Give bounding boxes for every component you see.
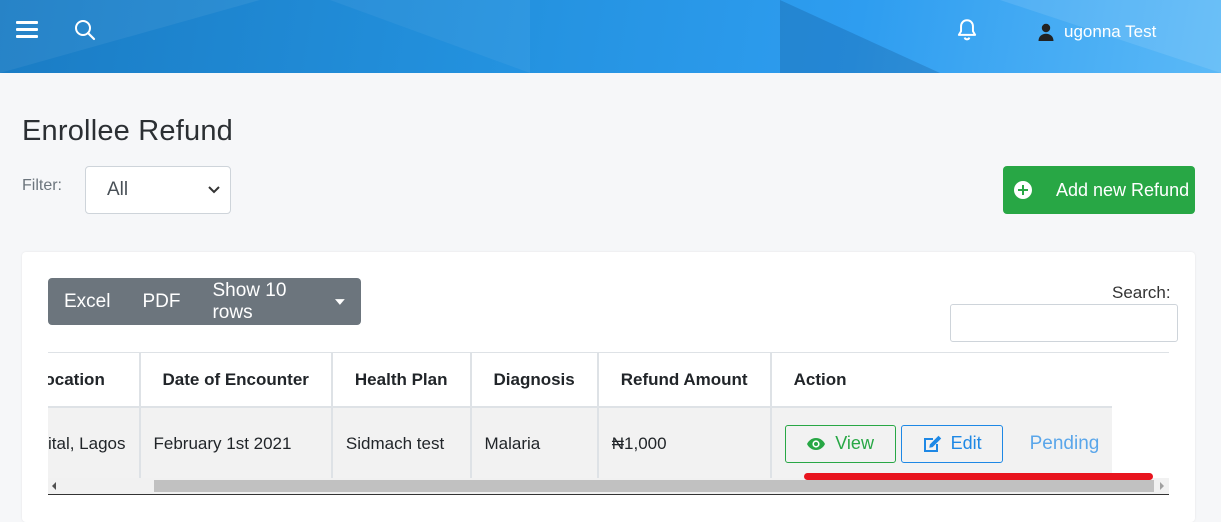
cell-health-plan: Sidmach test xyxy=(331,407,472,479)
header-decoration xyxy=(0,0,260,73)
column-header-date-of-encounter[interactable]: Date of Encounter xyxy=(139,353,333,408)
show-rows-label: Show 10 rows xyxy=(212,279,287,323)
page-title: Enrollee Refund xyxy=(22,115,233,147)
show-rows-dropdown[interactable]: Show 10 rows xyxy=(196,278,361,325)
top-navbar: ugonna Test xyxy=(0,0,1221,73)
filter-select[interactable]: All xyxy=(85,166,231,214)
cell-refund-amount: ₦1,000 xyxy=(597,407,772,479)
excel-button[interactable]: Excel xyxy=(48,278,126,325)
add-new-refund-label: Add new Refund xyxy=(1056,179,1190,200)
chevron-down-icon xyxy=(208,186,220,194)
header-decoration xyxy=(780,0,940,73)
status-pending[interactable]: Pending xyxy=(1030,433,1100,455)
user-icon xyxy=(1038,23,1054,41)
hamburger-menu-icon[interactable] xyxy=(16,21,38,39)
filter-selected-value: All xyxy=(107,179,129,200)
add-new-refund-button[interactable]: Add new Refund xyxy=(1003,166,1195,214)
search-icon[interactable] xyxy=(73,18,97,42)
eye-icon xyxy=(807,437,826,450)
search-label: Search: xyxy=(1112,283,1171,302)
refund-table: Location Date of Encounter Health Plan D… xyxy=(48,353,1113,479)
header-decoration xyxy=(330,0,530,73)
edit-button[interactable]: Edit xyxy=(900,424,1003,463)
cell-location: ital, Lagos xyxy=(48,407,141,479)
pdf-button[interactable]: PDF xyxy=(126,278,196,325)
table-search-input[interactable] xyxy=(950,304,1178,342)
export-button-group: Excel PDF Show 10 rows xyxy=(48,278,361,325)
horizontal-scrollbar[interactable] xyxy=(48,478,1169,494)
scrollbar-thumb[interactable] xyxy=(154,480,1154,492)
view-button[interactable]: View xyxy=(784,424,896,463)
column-header-health-plan[interactable]: Health Plan xyxy=(331,353,472,408)
column-header-refund-amount[interactable]: Refund Amount xyxy=(597,353,772,408)
cell-action: View Edit Pending xyxy=(770,407,1113,479)
column-header-diagnosis[interactable]: Diagnosis xyxy=(470,353,599,408)
bell-icon[interactable] xyxy=(954,17,980,43)
table-header-row: Location Date of Encounter Health Plan D… xyxy=(48,353,1113,408)
annotation-underline xyxy=(804,473,1153,480)
column-header-action[interactable]: Action xyxy=(770,353,1113,408)
user-name: ugonna Test xyxy=(1064,22,1157,41)
view-label: View xyxy=(835,433,874,453)
cell-diagnosis: Malaria xyxy=(470,407,599,479)
plus-circle-icon xyxy=(1014,181,1032,199)
scroll-right-arrow-icon[interactable] xyxy=(1160,482,1164,490)
table-row: ital, Lagos February 1st 2021 Sidmach te… xyxy=(48,407,1113,479)
edit-label: Edit xyxy=(950,433,982,453)
edit-icon xyxy=(923,435,941,452)
column-header-location[interactable]: Location xyxy=(48,353,141,408)
cell-date-of-encounter: February 1st 2021 xyxy=(139,407,333,479)
filter-label: Filter: xyxy=(22,177,62,194)
scroll-left-arrow-icon[interactable] xyxy=(52,482,56,490)
user-menu[interactable]: ugonna Test xyxy=(1038,20,1156,44)
caret-down-icon xyxy=(335,298,345,305)
